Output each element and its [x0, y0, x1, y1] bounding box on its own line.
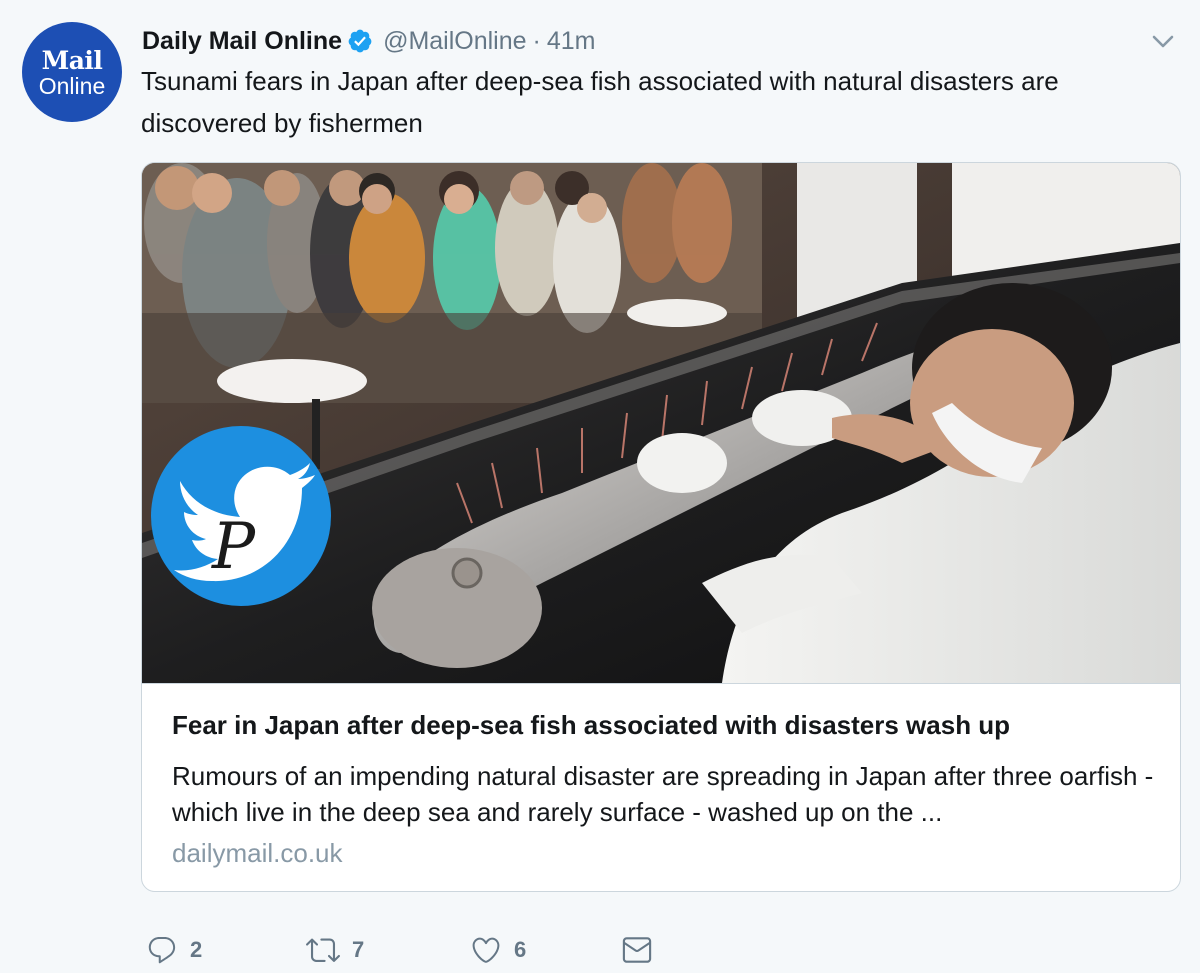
reply-icon	[148, 936, 176, 964]
reply-count: 2	[190, 937, 203, 962]
like-count: 6	[514, 937, 527, 962]
like-button[interactable]: 6	[470, 934, 620, 966]
card-photo: P	[142, 163, 1180, 683]
avatar[interactable]: Mail Online	[22, 22, 122, 122]
card-body[interactable]: Fear in Japan after deep-sea fish associ…	[142, 683, 1180, 891]
tweet-header: Daily Mail Online @MailOnline · 41m	[142, 24, 596, 58]
heart-icon	[472, 937, 500, 963]
display-name[interactable]: Daily Mail Online	[142, 27, 342, 56]
retweet-icon	[306, 938, 340, 962]
retweet-count: 7	[352, 937, 365, 962]
tweet-text: Tsunami fears in Japan after deep-sea fi…	[141, 66, 1059, 138]
avatar-logo-online: Online	[38, 73, 106, 99]
card-description: Rumours of an impending natural disaster…	[172, 761, 1154, 827]
tweet-actions: 2 7 6	[146, 930, 654, 970]
envelope-icon	[622, 937, 652, 963]
separator-dot: ·	[532, 26, 541, 55]
reply-button[interactable]: 2	[146, 934, 306, 966]
verified-badge-icon	[348, 29, 372, 53]
card-title[interactable]: Fear in Japan after deep-sea fish associ…	[172, 710, 1010, 741]
card-image[interactable]: P	[142, 163, 1180, 683]
retweet-button[interactable]: 7	[306, 933, 470, 967]
timestamp[interactable]: 41m	[547, 27, 596, 56]
card-domain: dailymail.co.uk	[172, 838, 343, 868]
link-card[interactable]: P Fear in Japan after deep-sea fish asso…	[141, 162, 1181, 892]
avatar-logo-mail: Mail	[41, 46, 103, 75]
tweet[interactable]: Mail Online Daily Mail Online @MailOnlin…	[0, 0, 1200, 973]
handle[interactable]: @MailOnline	[383, 27, 526, 56]
chevron-down-icon[interactable]	[1150, 30, 1176, 52]
direct-message-button[interactable]	[620, 933, 654, 967]
svg-text:P: P	[211, 510, 256, 584]
